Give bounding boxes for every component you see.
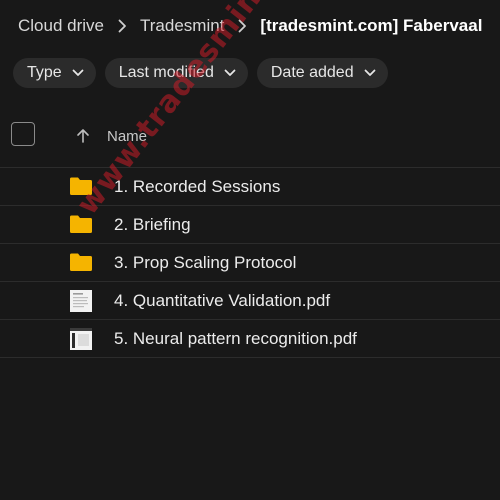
list-item[interactable]: 3. Prop Scaling Protocol xyxy=(0,244,500,282)
folder-icon xyxy=(69,252,93,272)
breadcrumb-tradesmint[interactable]: Tradesmint xyxy=(140,16,224,36)
list-item[interactable]: 5. Neural pattern recognition.pdf xyxy=(0,320,500,358)
chevron-down-icon xyxy=(364,69,376,77)
item-name: 1. Recorded Sessions xyxy=(114,177,281,196)
list-item[interactable]: 4. Quantitative Validation.pdf xyxy=(0,282,500,320)
pdf-thumbnail-icon xyxy=(69,290,93,312)
breadcrumb-cloud-drive[interactable]: Cloud drive xyxy=(18,16,104,36)
item-name: 3. Prop Scaling Protocol xyxy=(114,253,297,272)
chevron-down-icon xyxy=(72,69,84,77)
filter-date-added-button[interactable]: Date added xyxy=(256,58,388,88)
list-item[interactable]: 1. Recorded Sessions xyxy=(0,168,500,206)
filter-type-button[interactable]: Type xyxy=(13,58,96,88)
item-name: 5. Neural pattern recognition.pdf xyxy=(114,329,357,348)
breadcrumb-current-folder[interactable]: [tradesmint.com] Fabervaal xyxy=(260,16,482,36)
breadcrumb: Cloud drive Tradesmint [tradesmint.com] … xyxy=(18,14,482,38)
list-item[interactable]: 2. Briefing xyxy=(0,206,500,244)
item-name: 4. Quantitative Validation.pdf xyxy=(114,291,331,310)
column-header-name[interactable]: Name xyxy=(107,128,147,145)
cloud-drive-page: Cloud drive Tradesmint [tradesmint.com] … xyxy=(0,0,500,500)
pdf-thumbnail-icon xyxy=(69,328,93,350)
filter-date-added-label: Date added xyxy=(270,64,354,81)
folder-icon xyxy=(69,176,93,196)
select-all-checkbox[interactable] xyxy=(11,122,35,146)
filter-last-modified-button[interactable]: Last modified xyxy=(104,58,248,88)
folder-icon xyxy=(69,214,93,234)
filter-last-modified-label: Last modified xyxy=(118,64,214,81)
item-name: 2. Briefing xyxy=(114,215,191,234)
filter-type-label: Type xyxy=(27,64,62,81)
chevron-right-icon xyxy=(104,17,140,35)
sort-ascending-icon[interactable] xyxy=(76,128,90,144)
file-list: 1. Recorded Sessions 2. Briefing 3. Prop… xyxy=(0,168,500,358)
table-header: Name xyxy=(0,118,500,168)
filter-bar: Type Last modified Date added xyxy=(13,58,388,88)
chevron-right-icon xyxy=(224,17,260,35)
chevron-down-icon xyxy=(224,69,236,77)
